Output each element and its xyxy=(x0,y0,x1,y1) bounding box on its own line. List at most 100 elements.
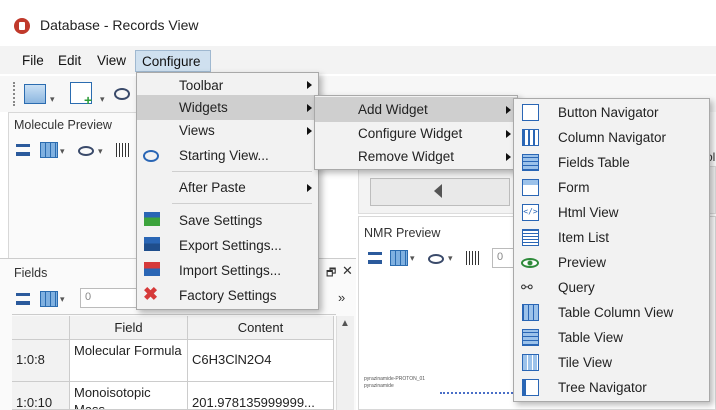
back-arrow-icon xyxy=(434,184,442,198)
column-navigator-icon xyxy=(522,129,539,146)
spectrum-label: pyrazinamide xyxy=(364,383,394,389)
scroll-up-icon[interactable]: ▲ xyxy=(340,318,350,329)
molecule-preview-panel xyxy=(8,112,138,260)
menu-item-after-paste[interactable]: After Paste xyxy=(137,175,318,200)
submenu-arrow-icon xyxy=(307,127,312,135)
menu-item-factory-settings[interactable]: Factory Settings xyxy=(137,283,318,308)
menu-item-import-settings[interactable]: Import Settings... xyxy=(137,258,318,283)
table-scrollbar[interactable] xyxy=(336,316,354,410)
menu-item-remove-widget[interactable]: Remove Widget xyxy=(315,144,517,169)
barcode-icon[interactable] xyxy=(116,143,130,157)
row-id: 1:0:10 xyxy=(12,382,70,410)
menu-item-widgets[interactable]: Widgets xyxy=(137,95,318,120)
menu-item-save-settings[interactable]: Save Settings xyxy=(137,208,318,233)
grid-icon[interactable] xyxy=(40,142,58,158)
menu-item-html-view[interactable]: Html View xyxy=(514,200,709,225)
table-view-icon xyxy=(522,329,539,346)
menu-item-button-navigator[interactable]: Button Navigator xyxy=(514,100,709,125)
plus-icon: + xyxy=(84,92,93,108)
menu-item-starting-view[interactable]: Starting View... xyxy=(137,143,318,168)
menu-icon[interactable] xyxy=(16,293,30,305)
menu-item-preview[interactable]: Preview xyxy=(514,250,709,275)
chevron-down-icon[interactable]: ▾ xyxy=(60,146,65,157)
submenu-arrow-icon xyxy=(307,104,312,112)
nmr-number-input[interactable]: 0 xyxy=(492,248,514,268)
table-cell-field[interactable]: Molecular Formula xyxy=(70,340,188,382)
grid-icon[interactable] xyxy=(390,250,408,266)
menu-icon[interactable] xyxy=(368,252,382,264)
chevron-down-icon[interactable]: ▾ xyxy=(60,294,65,305)
field-column-header[interactable]: Field xyxy=(70,316,188,340)
toolbar-grip-icon xyxy=(13,82,15,106)
menu-item-table-column-view[interactable]: Table Column View xyxy=(514,300,709,325)
save-settings-icon xyxy=(144,212,160,226)
table-toolbar-icon[interactable] xyxy=(24,84,46,104)
menu-item-export-settings[interactable]: Export Settings... xyxy=(137,233,318,258)
menu-item-configure-widget[interactable]: Configure Widget xyxy=(315,121,517,146)
table-cell-content[interactable]: 201.978135999999... xyxy=(188,382,334,410)
chevron-down-icon[interactable]: ▾ xyxy=(100,94,105,105)
menu-configure[interactable]: Configure xyxy=(135,50,211,72)
submenu-arrow-icon xyxy=(307,184,312,192)
float-window-icon[interactable]: 🗗 xyxy=(326,264,336,283)
submenu-arrow-icon xyxy=(307,81,312,89)
menu-separator xyxy=(172,203,312,204)
chevron-down-icon[interactable]: ▾ xyxy=(448,253,453,264)
menu-item-views[interactable]: Views xyxy=(137,118,318,143)
table-column-view-icon xyxy=(522,304,539,321)
menu-item-add-widget[interactable]: Add Widget xyxy=(315,97,517,122)
row-id-header xyxy=(12,316,70,340)
button-navigator-icon xyxy=(522,104,539,121)
table-cell-field[interactable]: Monoisotopic Mass xyxy=(70,382,188,410)
fields-table-icon xyxy=(522,154,539,171)
content-column-header[interactable]: Content xyxy=(188,316,334,340)
view-icon xyxy=(143,150,159,162)
settings-toolbar-icon[interactable] xyxy=(114,88,130,100)
close-icon[interactable]: ✕ xyxy=(342,263,353,279)
eye-icon[interactable] xyxy=(428,254,444,264)
form-icon xyxy=(522,179,539,196)
eye-icon[interactable] xyxy=(78,146,94,156)
menu-item-query[interactable]: Query xyxy=(514,275,709,300)
query-binoculars-icon: ⚯ xyxy=(521,279,533,295)
menu-separator xyxy=(172,171,312,172)
molecule-preview-title: Molecule Preview xyxy=(14,118,112,132)
chevron-down-icon[interactable]: ▾ xyxy=(98,146,103,157)
app-logo-icon xyxy=(14,18,30,34)
menu-item-column-navigator[interactable]: Column Navigator xyxy=(514,125,709,150)
preview-eye-icon xyxy=(521,258,539,268)
grid-icon[interactable] xyxy=(40,291,58,307)
item-list-icon xyxy=(522,229,539,246)
chevron-down-icon[interactable]: ▾ xyxy=(50,94,55,105)
import-settings-icon xyxy=(144,262,160,276)
menu-item-fields-table[interactable]: Fields Table xyxy=(514,150,709,175)
menu-item-form[interactable]: Form xyxy=(514,175,709,200)
table-cell-content[interactable]: C6H3ClN2O4 xyxy=(188,340,334,382)
menu-item-tree-navigator[interactable]: Tree Navigator xyxy=(514,375,709,400)
menu-item-tile-view[interactable]: Tile View xyxy=(514,350,709,375)
spectrum-line xyxy=(440,392,516,394)
spectrum-label: pyrazinamide-PROTON_01 xyxy=(364,376,426,382)
nmr-preview-title: NMR Preview xyxy=(364,226,441,240)
menu-item-table-view[interactable]: Table View xyxy=(514,325,709,350)
menu-file[interactable]: File xyxy=(16,50,50,72)
row-id: 1:0:8 xyxy=(12,340,70,382)
submenu-arrow-icon xyxy=(506,130,511,138)
more-button[interactable]: » xyxy=(338,290,345,305)
menu-item-item-list[interactable]: Item List xyxy=(514,225,709,250)
window-title: Database - Records View xyxy=(40,17,199,33)
fields-title: Fields xyxy=(14,266,48,280)
menu-edit[interactable]: Edit xyxy=(52,50,87,72)
menu-icon[interactable] xyxy=(16,144,30,156)
tile-view-icon xyxy=(522,354,539,371)
factory-settings-icon: ✖ xyxy=(143,284,159,304)
barcode-icon[interactable] xyxy=(466,251,480,265)
submenu-arrow-icon xyxy=(506,106,511,114)
export-settings-icon xyxy=(144,237,160,251)
chevron-down-icon[interactable]: ▾ xyxy=(410,253,415,264)
fields-number-input[interactable]: 0 xyxy=(80,288,140,308)
tree-navigator-icon xyxy=(522,379,539,396)
submenu-arrow-icon xyxy=(506,153,511,161)
menu-view[interactable]: View xyxy=(91,50,132,72)
html-view-icon: </> xyxy=(522,204,539,221)
